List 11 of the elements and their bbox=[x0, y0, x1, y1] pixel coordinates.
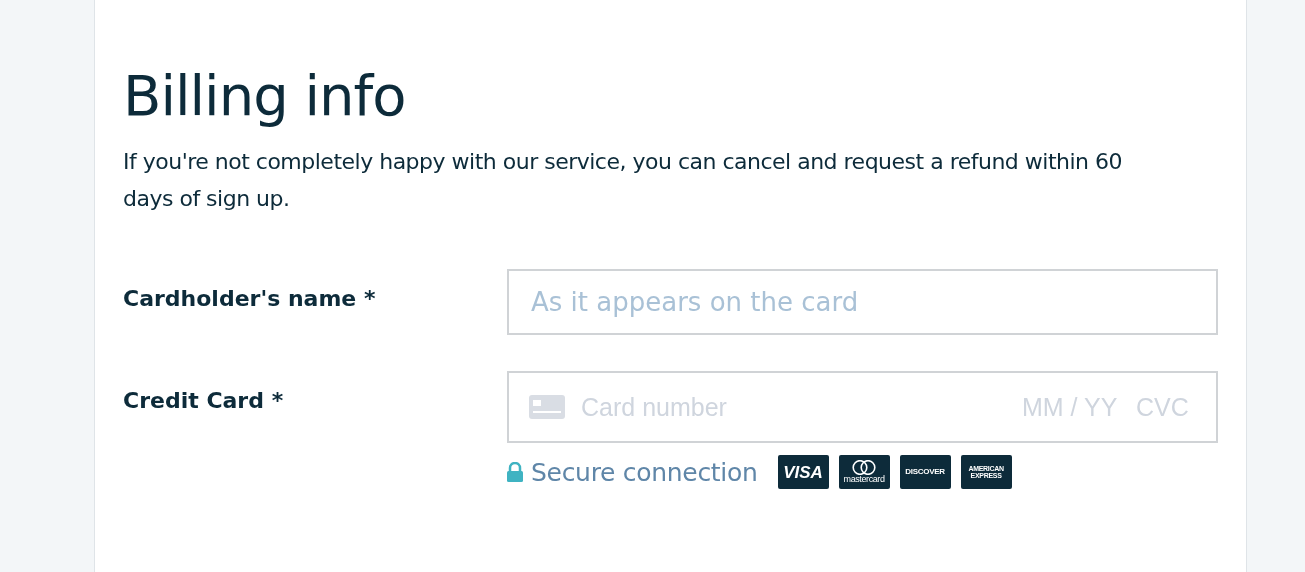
card-brand-logo: VISA bbox=[777, 455, 829, 490]
lock-icon bbox=[507, 462, 523, 483]
secure-connection-text: Secure connection bbox=[531, 457, 758, 487]
name-input[interactable]: As it appears on the card bbox=[507, 269, 1218, 336]
field-label: Credit Card * bbox=[123, 387, 285, 416]
intro-text: If you're not completely happy with our service, you can cancel and request a refund within 60 days of sign up. bbox=[123, 148, 1124, 214]
page-title: Billing info bbox=[123, 62, 407, 130]
credit-card-icon bbox=[529, 395, 565, 420]
card-brand-logo: DISCOVER bbox=[899, 455, 951, 490]
field-label: Cardholder's name * bbox=[123, 285, 377, 314]
card-brand-logo: mastercard bbox=[838, 455, 890, 490]
